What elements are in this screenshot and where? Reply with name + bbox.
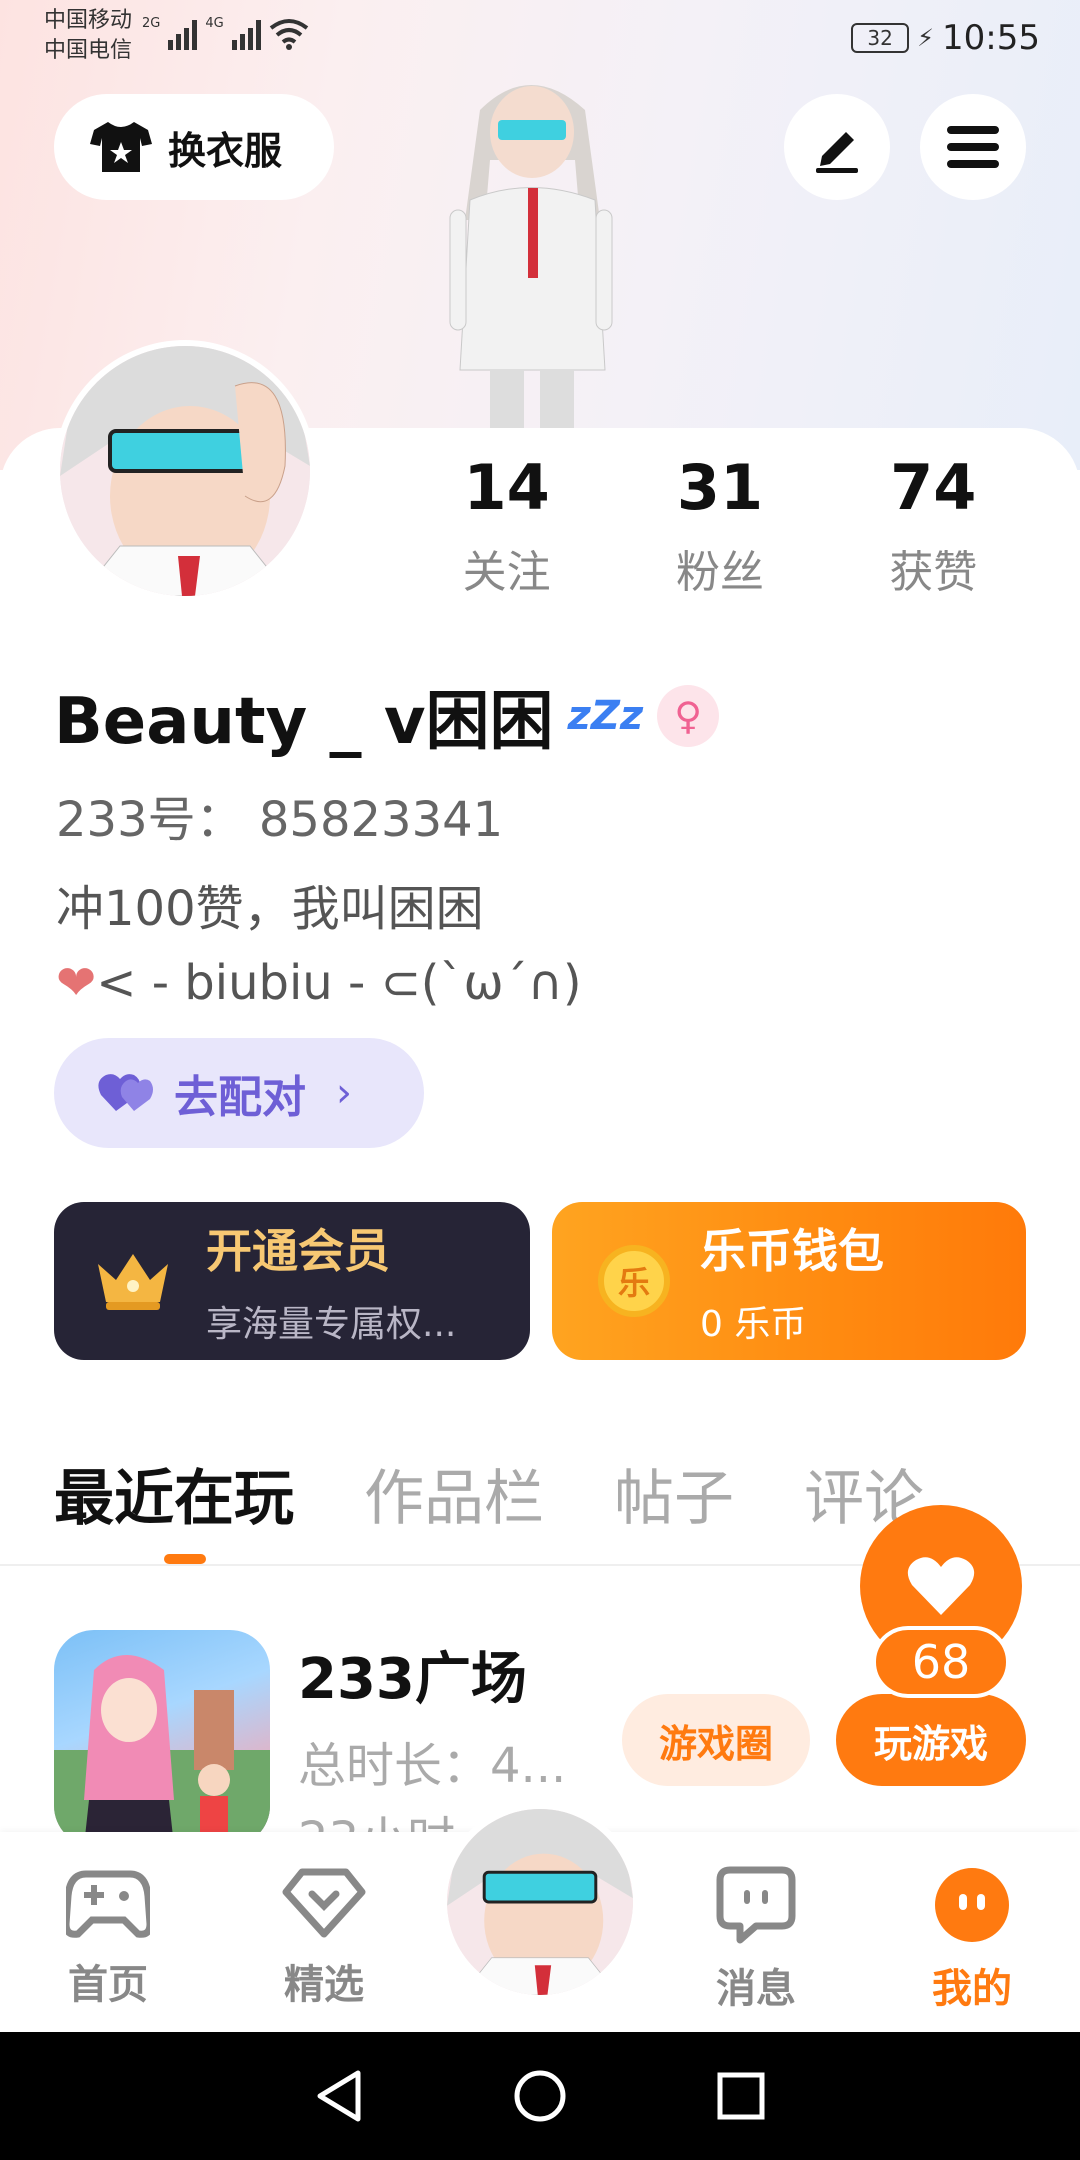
network-type-2: 4G: [205, 16, 224, 31]
face-icon: [935, 1868, 1009, 1942]
game-title: 233广场: [298, 1647, 527, 1712]
carrier-1: 中国移动: [44, 8, 133, 33]
network-type-1: 2G: [142, 16, 161, 31]
female-gender-icon: ♀: [657, 685, 720, 747]
carrier-2: 中国电信: [44, 38, 133, 63]
profile-tabs: 最近在玩 作品栏 帖子 评论: [54, 1450, 924, 1537]
vip-text: 开通会员 享海量专属权...: [206, 1215, 456, 1347]
followers-count: 31: [676, 451, 764, 524]
game-icon[interactable]: [54, 1630, 270, 1846]
change-outfit-label: 换衣服: [168, 128, 283, 173]
tab-recently-played[interactable]: 最近在玩: [54, 1450, 294, 1537]
play-game-button[interactable]: 玩游戏: [836, 1694, 1026, 1786]
back-icon[interactable]: [314, 2069, 364, 2123]
avatar-image: [60, 346, 310, 596]
pairing-label: 去配对: [174, 1072, 306, 1123]
stat-followers[interactable]: 31 粉丝: [613, 452, 826, 600]
gamepad-icon: [62, 1870, 154, 1938]
coin-wallet-card[interactable]: 乐 乐币钱包 0 乐币: [552, 1202, 1026, 1360]
battery-icon: 32: [851, 23, 910, 53]
like-count-badge: 68: [872, 1626, 1010, 1698]
following-count: 14: [463, 451, 550, 524]
tab-posts[interactable]: 帖子: [614, 1450, 734, 1537]
user-id: 233号： 85823341: [56, 792, 504, 848]
vip-membership-card[interactable]: 开通会员 享海量专属权...: [54, 1202, 530, 1360]
followers-label: 粉丝: [675, 547, 764, 598]
signal-icon: [168, 16, 198, 50]
bottom-navigation: 首页 精选 消息 我的: [0, 1802, 1080, 2032]
wifi-icon: [269, 19, 308, 50]
heart-emoji-icon: ❤: [56, 955, 97, 1011]
profile-stats: 14 关注 31 粉丝 74 获赞: [400, 452, 1040, 600]
nav-home[interactable]: 首页: [28, 1866, 188, 2010]
crown-icon: [98, 1254, 168, 1310]
nav-messages-label: 消息: [716, 1966, 796, 2012]
chevron-right-icon: ›: [336, 1070, 352, 1116]
pencil-icon: [816, 132, 858, 173]
bio-line-2-text: < - biubiu - ⊂(`ω´∩): [96, 955, 582, 1011]
following-label: 关注: [462, 547, 551, 598]
avatar-character-figure[interactable]: [410, 70, 650, 430]
profile-avatar[interactable]: [54, 340, 316, 602]
stat-likes[interactable]: 74 获赞: [827, 452, 1040, 600]
vip-title: 开通会员: [206, 1224, 390, 1278]
game-total-time: 总时长：4...: [298, 1738, 567, 1794]
battery-clock: 32 ⚡ 10:55: [851, 18, 1040, 58]
tshirt-icon: [90, 122, 152, 172]
edit-profile-button[interactable]: [784, 94, 890, 200]
clock: 10:55: [942, 18, 1040, 58]
active-tab-indicator: [164, 1554, 206, 1564]
home-icon[interactable]: [513, 2069, 567, 2123]
nav-me-label: 我的: [932, 1966, 1012, 2012]
wallet-title: 乐币钱包: [700, 1224, 884, 1278]
heart-icon: [907, 1557, 975, 1615]
menu-icon: [947, 126, 999, 168]
name-row: Beauty _ v困困 zZz ♀: [54, 670, 720, 762]
nav-me[interactable]: 我的: [892, 1866, 1052, 2014]
signal-icons: 2G 4G: [142, 16, 309, 50]
nav-featured-label: 精选: [284, 1962, 364, 2008]
game-circle-button[interactable]: 游戏圈: [622, 1694, 810, 1786]
carrier-labels: 中国移动 中国电信: [44, 6, 132, 66]
recents-icon[interactable]: [716, 2071, 766, 2121]
chat-icon: [716, 1866, 796, 1944]
tab-works[interactable]: 作品栏: [364, 1450, 544, 1537]
likes-count: 74: [890, 451, 977, 524]
double-heart-icon: [98, 1074, 153, 1111]
pairing-button[interactable]: 去配对 ›: [54, 1038, 424, 1148]
signal-icon: [231, 16, 261, 50]
charging-icon: ⚡: [917, 24, 935, 52]
wallet-text: 乐币钱包 0 乐币: [700, 1215, 884, 1347]
wallet-balance: 0 乐币: [700, 1304, 807, 1345]
system-navigation-bar: [0, 2032, 1080, 2160]
coin-icon: 乐: [598, 1245, 670, 1317]
nav-messages[interactable]: 消息: [676, 1866, 836, 2014]
likes-label: 获赞: [889, 547, 978, 598]
sleep-emoji-icon: zZz: [567, 693, 644, 739]
user-name: Beauty _ v困困: [54, 685, 554, 759]
center-avatar-image: [447, 1809, 633, 1995]
nav-center-avatar[interactable]: [440, 1802, 640, 2002]
vip-subtitle: 享海量专属权...: [206, 1304, 457, 1345]
change-outfit-button[interactable]: 换衣服: [54, 94, 334, 200]
game-cover-image: [54, 1655, 270, 1846]
heart-diamond-icon: [282, 1868, 366, 1938]
nav-featured[interactable]: 精选: [244, 1866, 404, 2010]
menu-button[interactable]: [920, 94, 1026, 200]
stat-following[interactable]: 14 关注: [400, 452, 613, 600]
status-bar: 中国移动 中国电信 2G 4G 32 ⚡ 10:55: [0, 0, 1080, 72]
user-bio: 冲100赞，我叫困困 ❤< - biubiu - ⊂(`ω´∩): [56, 872, 582, 1020]
nav-home-label: 首页: [68, 1962, 148, 2008]
bio-line-2: ❤< - biubiu - ⊂(`ω´∩): [56, 946, 582, 1020]
bio-line-1: 冲100赞，我叫困困: [56, 881, 484, 937]
